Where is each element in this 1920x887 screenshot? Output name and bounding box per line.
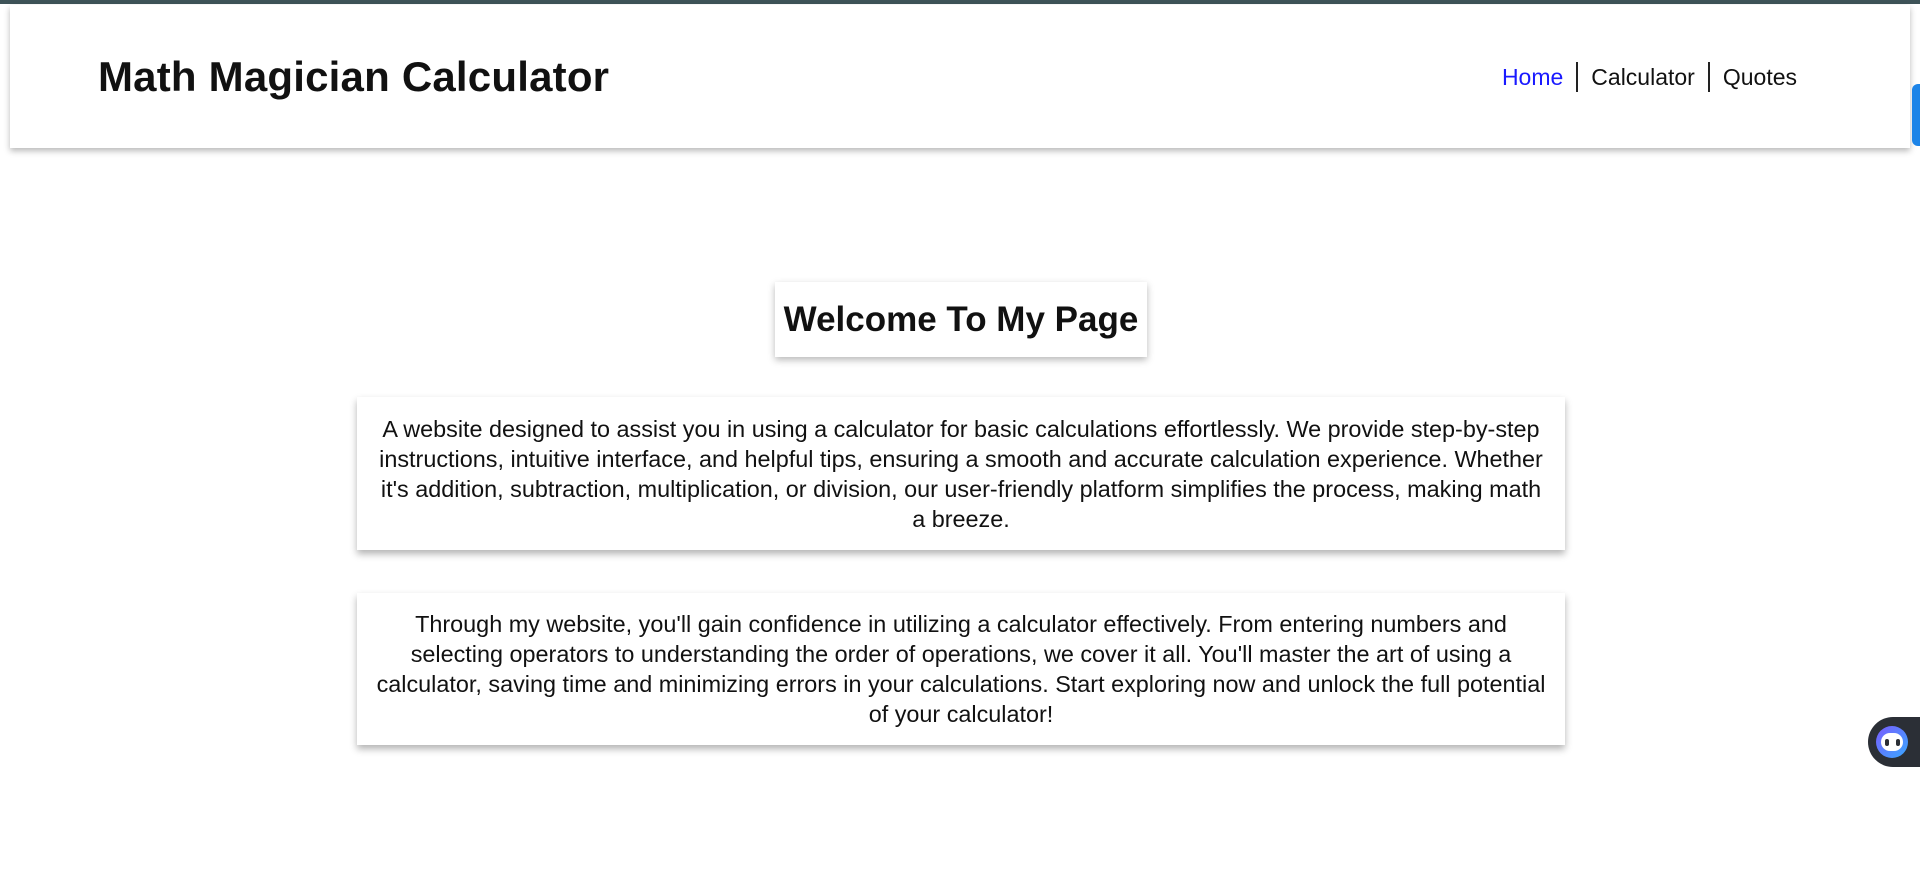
site-header: Math Magician Calculator Home Calculator… [10,5,1910,148]
side-scroll-tab[interactable] [1912,84,1920,146]
nav-link-calculator[interactable]: Calculator [1576,61,1708,92]
benefits-card: Through my website, you'll gain confiden… [357,593,1565,745]
site-title: Math Magician Calculator [98,52,610,100]
intro-card: A website designed to assist you in usin… [357,397,1565,550]
welcome-heading: Welcome To My Page [775,282,1147,357]
top-border [0,0,1920,4]
nav-link-quotes[interactable]: Quotes [1707,61,1810,92]
assistant-face-icon [1876,726,1908,758]
main-nav: Home Calculator Quotes [1489,61,1810,92]
nav-link-home[interactable]: Home [1489,62,1576,92]
benefits-paragraph: Through my website, you'll gain confiden… [376,611,1546,727]
intro-paragraph: A website designed to assist you in usin… [379,415,1543,532]
assistant-widget-button[interactable] [1868,717,1920,767]
